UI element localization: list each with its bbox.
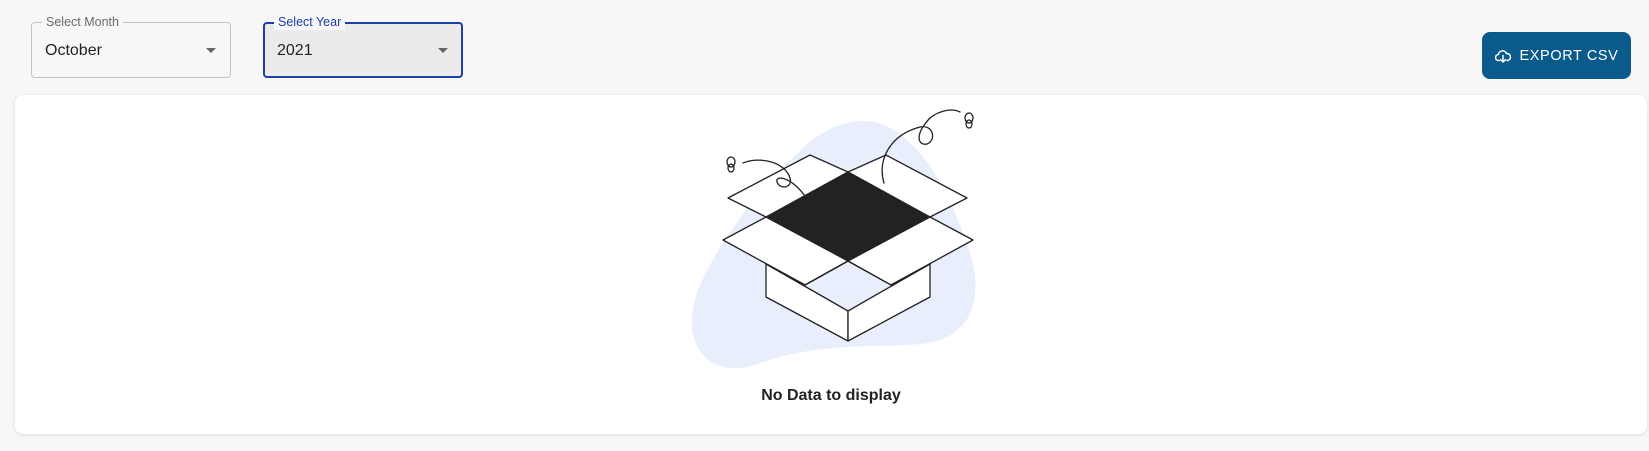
- content-card: No Data to display: [15, 95, 1647, 434]
- dropdown-arrow-icon: [206, 48, 216, 53]
- month-select-label: Select Month: [42, 14, 123, 30]
- year-select[interactable]: Select Year 2021: [263, 14, 463, 78]
- dropdown-arrow-icon: [438, 48, 448, 53]
- export-csv-label: EXPORT CSV: [1519, 47, 1619, 64]
- toolbar: Select Month October Select Year 2021 EX…: [0, 0, 1649, 95]
- export-csv-button[interactable]: EXPORT CSV: [1482, 32, 1631, 79]
- cloud-download-icon: [1494, 49, 1511, 63]
- empty-state-message: No Data to display: [761, 387, 901, 404]
- empty-box-icon: [691, 109, 976, 369]
- year-select-value: 2021: [277, 42, 313, 59]
- month-select-value: October: [45, 42, 102, 59]
- year-select-label: Select Year: [274, 14, 346, 30]
- month-select[interactable]: Select Month October: [31, 14, 231, 78]
